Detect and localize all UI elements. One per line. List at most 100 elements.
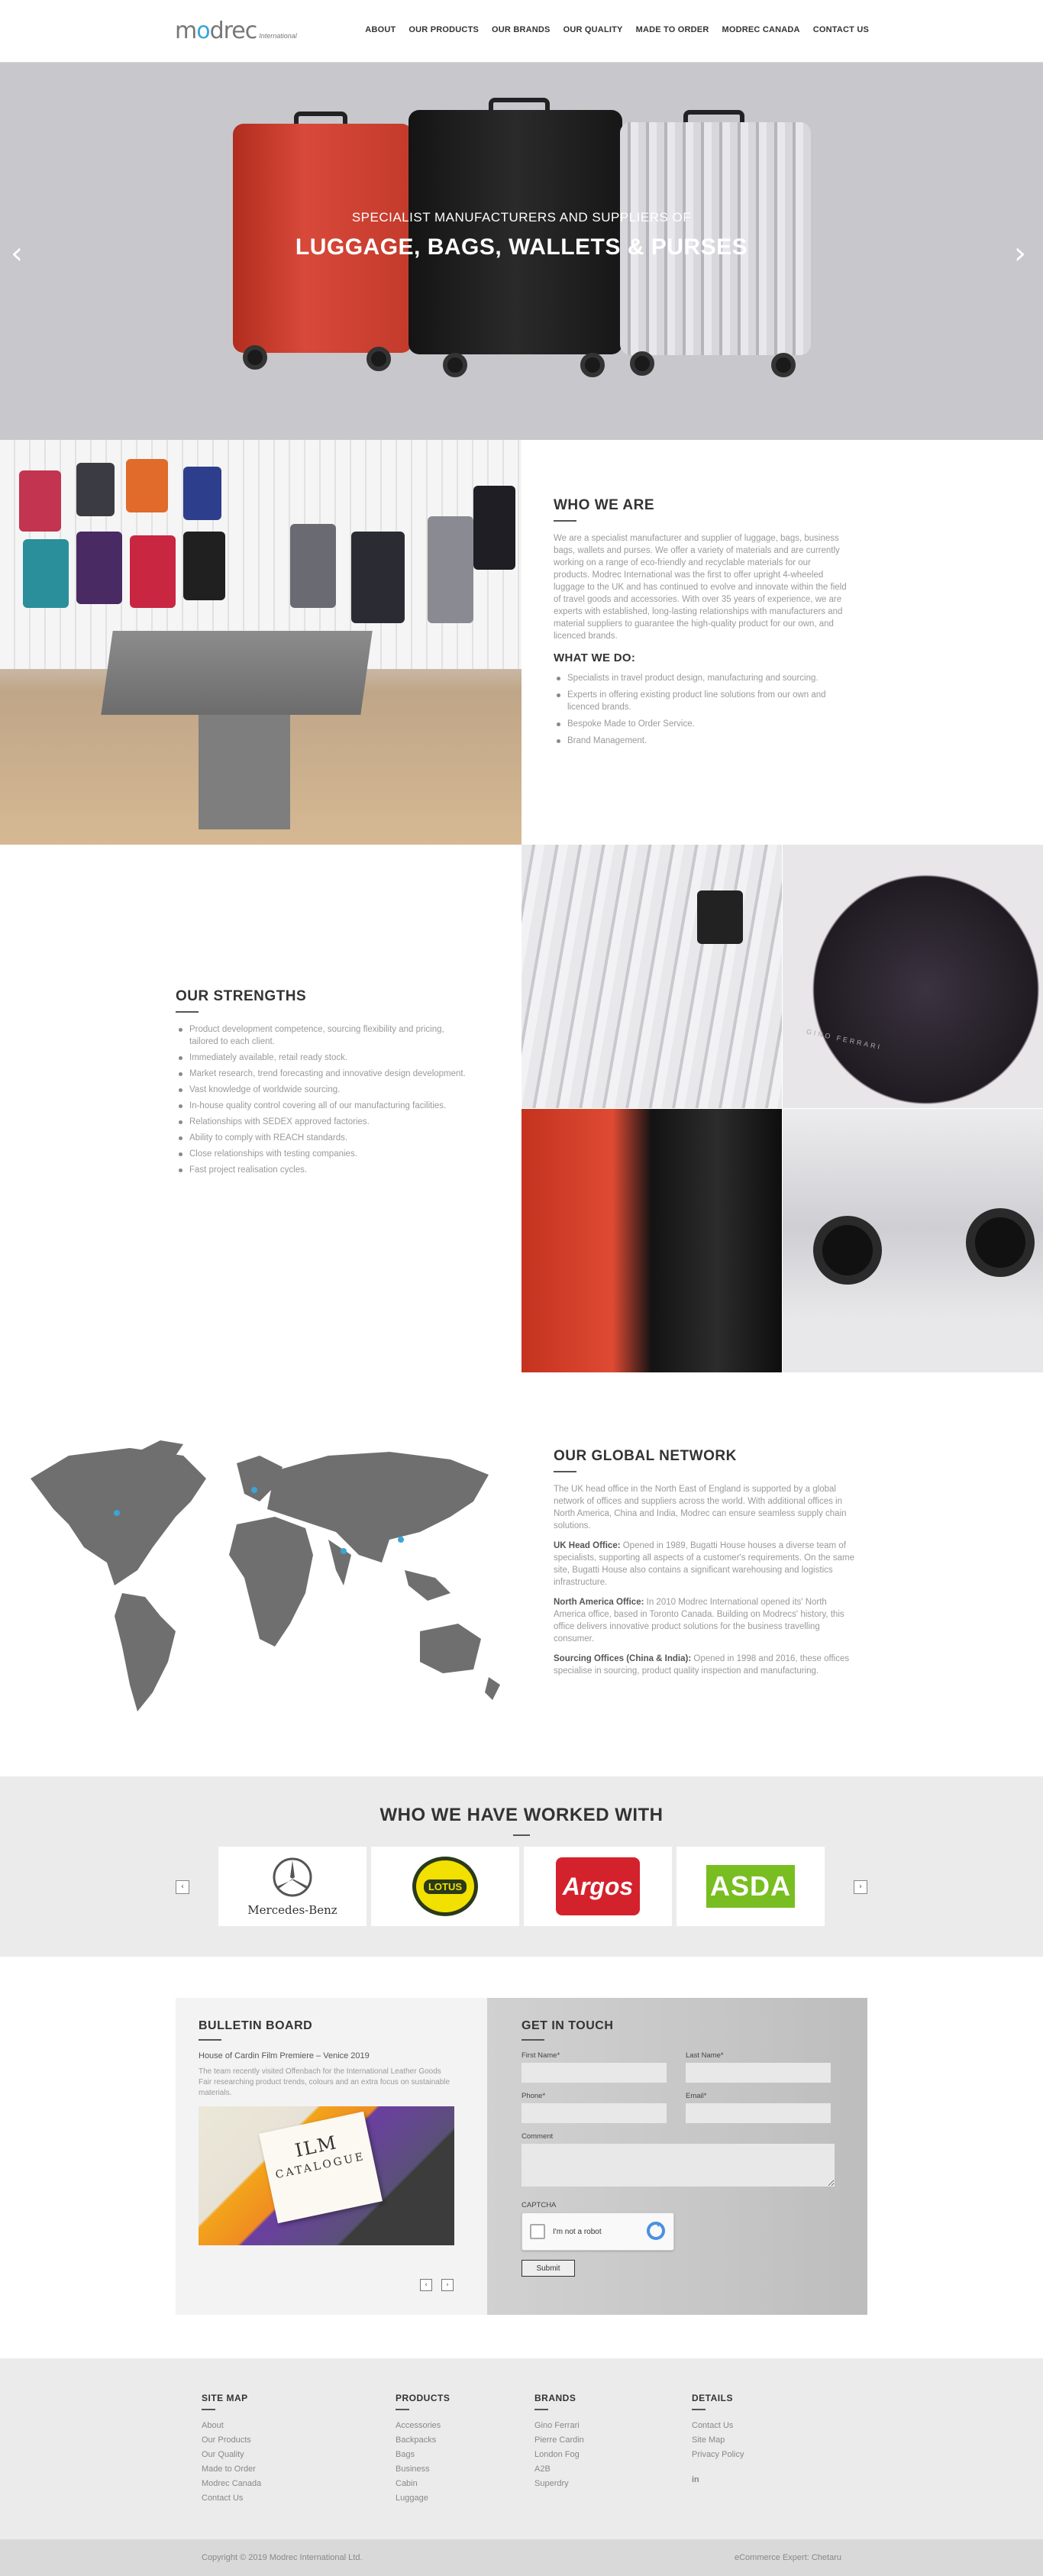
footer-link[interactable]: Bags <box>396 2450 450 2459</box>
lotus-wordmark: LOTUS <box>423 1879 467 1894</box>
nav-our-products[interactable]: Our Products <box>408 25 479 34</box>
hero-slider: Specialist manufacturers and suppliers o… <box>0 63 1043 440</box>
submit-button[interactable]: Submit <box>522 2260 575 2277</box>
india-office-marker <box>341 1548 347 1554</box>
copyright-text: Copyright © 2019 Modrec International Lt… <box>202 2553 363 2562</box>
last-name-label: Last Name* <box>686 2051 724 2060</box>
global-network-section: Our Global Network The UK head office in… <box>0 1372 1043 1776</box>
mercedes-wordmark: Mercedes-Benz <box>247 1903 337 1917</box>
uk-office-marker <box>251 1487 257 1493</box>
nav-made-to-order[interactable]: Made to Order <box>636 25 709 34</box>
list-item: Ability to comply with REACH standards. <box>176 1132 466 1144</box>
footer-link[interactable]: Backpacks <box>396 2435 450 2445</box>
black-bag-image: GINO FERRARI <box>783 845 1043 1108</box>
first-name-field[interactable] <box>522 2063 667 2083</box>
logo-subtitle: International <box>259 32 297 40</box>
global-intro: The UK head office in the North East of … <box>554 1485 847 1530</box>
catalogue-image: ILM CATALOGUE <box>199 2106 454 2245</box>
silver-suitcase-handle <box>683 110 744 122</box>
who-we-are-paragraph: We are a specialist manufacturer and sup… <box>554 534 847 641</box>
who-we-are-heading: Who We Are <box>554 497 655 513</box>
footer-link[interactable]: Luggage <box>396 2494 450 2503</box>
list-item: Product development competence, sourcing… <box>176 1023 466 1048</box>
footer-link[interactable]: Our Quality <box>202 2450 261 2459</box>
hero-prev-arrow-icon[interactable]: ‹ <box>11 238 29 269</box>
list-item: Close relationships with testing compani… <box>176 1148 466 1160</box>
linkedin-icon[interactable]: in <box>692 2475 699 2484</box>
footer-brands: Brands Gino Ferrari Pierre Cardin London… <box>534 2393 584 2494</box>
bulletin-post-title[interactable]: House of Cardin Film Premiere – Venice 2… <box>199 2051 454 2060</box>
black-suitcase-handle <box>489 98 550 110</box>
argos-wordmark: Argos <box>562 1872 634 1900</box>
client-logo-lotus[interactable]: LOTUS <box>371 1847 519 1926</box>
logos-prev-button[interactable]: ‹ <box>176 1880 189 1894</box>
wheel <box>367 347 391 371</box>
logo[interactable]: modrec International <box>175 20 297 43</box>
footer-link[interactable]: London Fog <box>534 2450 584 2459</box>
client-logo-argos[interactable]: Argos <box>524 1847 672 1926</box>
hero-subtitle: Specialist manufacturers and suppliers o… <box>351 210 692 225</box>
footer-link[interactable]: Made to Order <box>202 2464 261 2474</box>
bag-brand-label: GINO FERRARI <box>806 1027 883 1052</box>
client-logo-asda[interactable]: ASDA <box>676 1847 825 1926</box>
logos-next-button[interactable]: › <box>854 1880 867 1894</box>
hero-next-arrow-icon[interactable]: › <box>1014 238 1032 269</box>
china-office-marker <box>398 1537 404 1543</box>
wheel <box>771 353 796 377</box>
wheel <box>243 345 267 370</box>
list-item: Brand Management. <box>554 735 848 747</box>
footer-link[interactable]: Our Products <box>202 2435 261 2445</box>
credit-link[interactable]: eCommerce Expert: Chetaru <box>735 2553 841 2562</box>
bulletin-heading: Bulletin Board <box>199 2019 313 2032</box>
email-field[interactable] <box>686 2103 831 2123</box>
nav-our-quality[interactable]: Our Quality <box>563 25 623 34</box>
what-we-do-heading: What We Do: <box>554 651 636 664</box>
nav-modrec-canada[interactable]: Modrec Canada <box>722 25 799 34</box>
get-in-touch-form: Get In Touch First Name* Last Name* Phon… <box>487 1998 867 2315</box>
footer-link[interactable]: Accessories <box>396 2421 450 2430</box>
strengths-list: Product development competence, sourcing… <box>176 1023 466 1176</box>
red-suitcase-handle <box>294 112 347 124</box>
wheel <box>630 351 654 376</box>
footer-link[interactable]: Business <box>396 2464 450 2474</box>
footer-link[interactable]: Modrec Canada <box>202 2479 261 2488</box>
list-item: Relationships with SEDEX approved factor… <box>176 1116 466 1128</box>
footer-link[interactable]: About <box>202 2421 261 2430</box>
footer-details: Details Contact Us Site Map Privacy Poli… <box>692 2393 744 2486</box>
bulletin-prev-button[interactable]: ‹ <box>420 2279 432 2291</box>
nav-about[interactable]: About <box>365 25 396 34</box>
footer-link[interactable]: Privacy Policy <box>692 2450 744 2459</box>
last-name-field[interactable] <box>686 2063 831 2083</box>
footer-link[interactable]: Superdry <box>534 2479 584 2488</box>
footer-products-heading: Products <box>396 2393 450 2403</box>
asda-wordmark: ASDA <box>709 1870 791 1902</box>
main-nav: About Our Products Our Brands Our Qualit… <box>352 25 869 34</box>
comment-field[interactable] <box>522 2144 835 2187</box>
nav-contact-us[interactable]: Contact Us <box>813 25 869 34</box>
na-office-label: North America Office: <box>554 1598 644 1607</box>
bulletin-next-button[interactable]: › <box>441 2279 454 2291</box>
footer-link[interactable]: Site Map <box>692 2435 744 2445</box>
hero-title: Luggage, Bags, Wallets & Purses <box>295 234 748 260</box>
nav-our-brands[interactable]: Our Brands <box>492 25 551 34</box>
footer-link[interactable]: Gino Ferrari <box>534 2421 584 2430</box>
list-item: Vast knowledge of worldwide sourcing. <box>176 1084 466 1096</box>
footer-link[interactable]: Cabin <box>396 2479 450 2488</box>
our-strengths-section: Our Strengths Product development compet… <box>0 845 1043 1372</box>
footer-link[interactable]: Contact Us <box>692 2421 744 2430</box>
captcha-label: CAPTCHA <box>522 2201 557 2209</box>
comment-label: Comment <box>522 2132 554 2141</box>
footer-link[interactable]: Pierre Cardin <box>534 2435 584 2445</box>
footer-link[interactable]: A2B <box>534 2464 584 2474</box>
bulletin-post-text: The team recently visited Offenbach for … <box>199 2067 450 2097</box>
list-item: Immediately available, retail ready stoc… <box>176 1052 466 1064</box>
phone-field[interactable] <box>522 2103 667 2123</box>
worked-with-section: Who We Have Worked With ‹ Mercedes-Benz … <box>0 1776 1043 1957</box>
footer-link[interactable]: Contact Us <box>202 2494 261 2503</box>
recaptcha-checkbox[interactable] <box>530 2224 545 2239</box>
display-table <box>101 631 373 715</box>
site-header: modrec International About Our Products … <box>0 0 1043 63</box>
na-office-paragraph: North America Office: In 2010 Modrec Int… <box>554 1598 844 1644</box>
global-network-heading: Our Global Network <box>554 1448 737 1464</box>
client-logo-mercedes[interactable]: Mercedes-Benz <box>218 1847 367 1926</box>
